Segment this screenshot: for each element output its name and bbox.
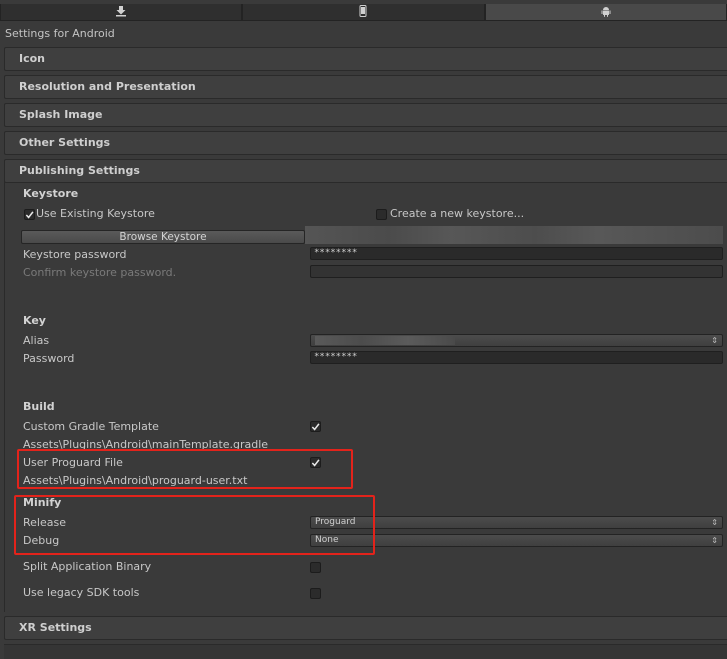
section-xr[interactable]: XR Settings [4, 616, 727, 640]
android-icon [600, 5, 612, 20]
platform-tabs [0, 4, 727, 21]
settings-title: Settings for Android [5, 27, 115, 40]
checkmark-icon [311, 422, 320, 431]
alias-value-blurred [315, 336, 455, 345]
confirm-keystore-password-label: Confirm keystore password. [23, 266, 177, 279]
proguard-highlight-box [17, 449, 353, 489]
checkmark-icon [25, 210, 34, 219]
use-legacy-sdk-tools-checkbox[interactable] [310, 588, 321, 599]
custom-gradle-template-path: Assets\Plugins\Android\mainTemplate.grad… [23, 438, 269, 449]
create-new-keystore-checkbox[interactable] [376, 209, 387, 220]
dropdown-arrows-icon: ⇕ [711, 336, 718, 345]
custom-gradle-template-checkbox[interactable] [310, 421, 321, 432]
confirm-keystore-password-field[interactable] [310, 265, 723, 278]
tab-android[interactable] [484, 4, 727, 21]
keystore-password-field[interactable]: ******** [310, 247, 723, 260]
keystore-heading: Keystore [23, 187, 79, 200]
browse-keystore-button[interactable]: Browse Keystore [21, 230, 305, 244]
use-existing-keystore-checkbox[interactable] [24, 209, 35, 220]
dropdown-arrows-icon: ⇕ [711, 536, 718, 545]
alias-label: Alias [23, 334, 50, 347]
key-password-label: Password [23, 352, 75, 365]
section-other[interactable]: Other Settings [4, 131, 727, 155]
download-icon [115, 5, 127, 20]
split-application-binary-label: Split Application Binary [23, 560, 152, 573]
section-splash[interactable]: Splash Image [4, 103, 727, 127]
key-password-field[interactable]: ******** [310, 351, 723, 364]
alias-dropdown[interactable]: ⇕ [310, 334, 723, 347]
minify-highlight-box [14, 495, 375, 555]
use-legacy-sdk-tools-label: Use legacy SDK tools [23, 586, 140, 599]
create-new-keystore-label: Create a new keystore... [390, 207, 525, 220]
inspector-footer [4, 644, 727, 659]
section-resolution[interactable]: Resolution and Presentation [4, 75, 727, 99]
build-heading: Build [23, 400, 55, 413]
tab-standalone[interactable] [0, 4, 243, 21]
section-publishing[interactable]: Publishing Settings [4, 159, 727, 183]
use-existing-keystore-label: Use Existing Keystore [36, 207, 155, 220]
keystore-password-label: Keystore password [23, 248, 127, 261]
key-heading: Key [23, 314, 46, 327]
dropdown-arrows-icon: ⇕ [711, 518, 718, 527]
tab-ios[interactable] [242, 4, 485, 21]
keystore-path-blurred [305, 226, 723, 244]
section-icon[interactable]: Icon [4, 47, 727, 71]
split-application-binary-checkbox[interactable] [310, 562, 321, 573]
mobile-phone-icon [357, 4, 369, 20]
custom-gradle-template-label: Custom Gradle Template [23, 420, 159, 433]
